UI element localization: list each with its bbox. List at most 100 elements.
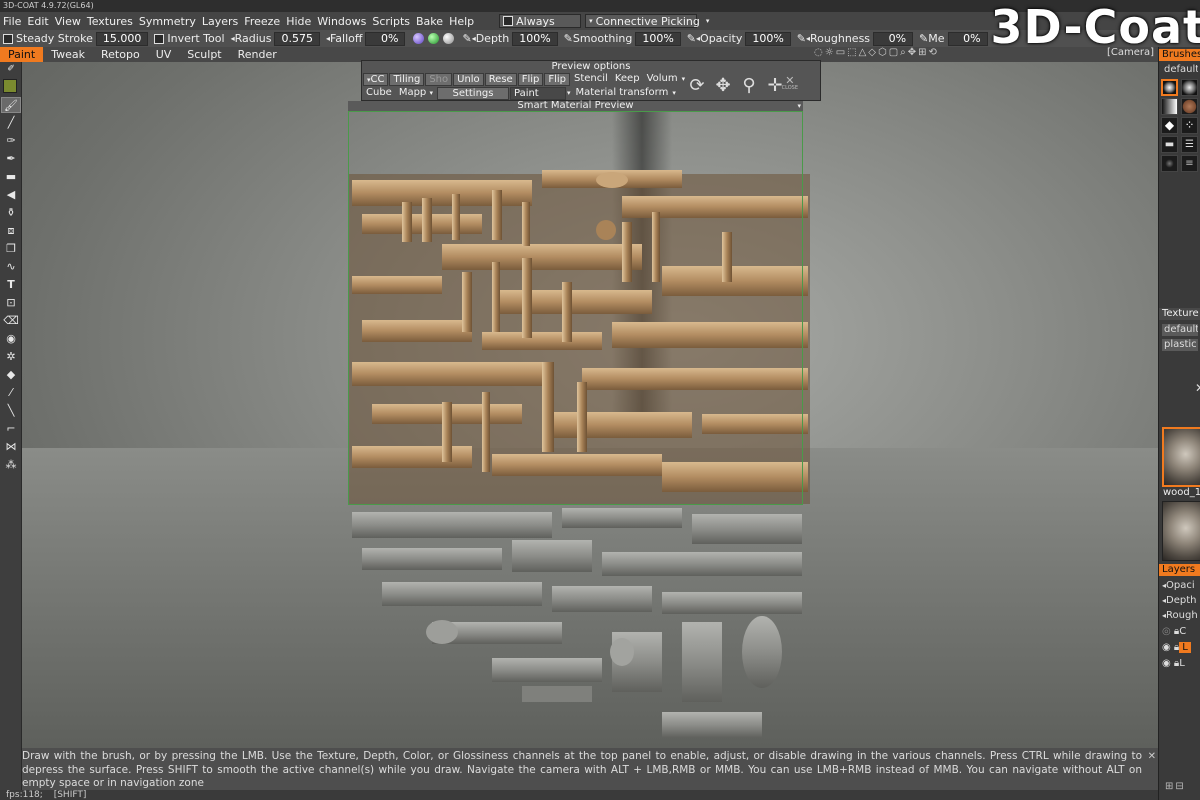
view-icons-row[interactable]: ◌☼▭⬚△◇⬡▢⌕✥⊞⟲ (814, 47, 939, 58)
layer-prop-roughness[interactable]: ◂Rough (1162, 609, 1198, 623)
rotate-icon[interactable]: ⟳ (686, 75, 708, 97)
keep-label[interactable]: Keep (612, 73, 643, 86)
unlock-button[interactable]: Unlo (453, 72, 484, 86)
paint-dropdown[interactable]: Paint (509, 86, 566, 100)
airbrush-tool-icon[interactable]: ✑ (1, 133, 21, 149)
brush-flat-icon[interactable]: ▬ (1161, 136, 1178, 153)
cc-button[interactable]: ▾CC (363, 72, 389, 86)
falloff-value[interactable]: 0% (365, 31, 406, 46)
depth-control[interactable]: ✎ ◂ Depth 100% (459, 31, 560, 46)
chevron-down-icon[interactable]: ▾ (672, 89, 676, 97)
tab-sculpt[interactable]: Sculpt (179, 47, 229, 62)
smudge-tool-icon[interactable]: ▬ (1, 169, 21, 185)
close-panel-button[interactable]: ✕ CLOSE (782, 75, 798, 91)
tab-retopo[interactable]: Retopo (93, 47, 148, 62)
chevron-down-icon[interactable]: ▾ (797, 101, 801, 111)
layers-header[interactable]: Layers (1159, 564, 1200, 576)
layer-prop-opacity[interactable]: ◂Opaci (1162, 579, 1195, 593)
depth-channel-ball-icon[interactable] (413, 33, 425, 44)
steady-stroke-toggle[interactable]: Steady Stroke 15.000 (0, 31, 151, 46)
roughness-control[interactable]: ✎ ◂ Roughness 0% (794, 31, 916, 46)
menu-bake[interactable]: Bake (413, 15, 446, 28)
brush-tool-icon[interactable]: 🖌 (1, 97, 21, 113)
smart-material-preview-header[interactable]: Smart Material Preview ▾ (348, 101, 803, 111)
steady-stroke-value[interactable]: 15.000 (95, 31, 149, 46)
smoothing-control[interactable]: ✎ Smoothing 100% (561, 31, 684, 46)
menu-freeze[interactable]: Freeze (241, 15, 283, 28)
measure-tool-icon[interactable]: ╲ (1, 403, 21, 419)
brush-soft-icon[interactable] (1181, 79, 1198, 96)
radius-value[interactable]: 0.575 (274, 31, 320, 46)
steady-stroke-checkbox[interactable] (3, 33, 13, 44)
metal-value[interactable]: 0% (947, 31, 988, 46)
brush-dots-icon[interactable]: ⁘ (1181, 117, 1198, 134)
menu-scripts[interactable]: Scripts (369, 15, 413, 28)
zoom-icon[interactable]: ⚲ (738, 75, 760, 97)
invert-tool-checkbox[interactable] (154, 33, 165, 44)
close-icon[interactable]: ✕ (1195, 381, 1200, 395)
smart-material-preview-frame[interactable] (348, 111, 803, 505)
layer-row-2[interactable]: ◉ 🔒︎ L (1162, 641, 1191, 655)
fill-tool-icon[interactable]: ◀ (1, 187, 21, 203)
layer-actions-icons[interactable]: ⊞⊟ (1165, 781, 1186, 792)
depth-value[interactable]: 100% (512, 31, 558, 46)
tab-render[interactable]: Render (230, 47, 285, 62)
text-tool-icon[interactable]: T (1, 277, 21, 293)
gear-tool-icon[interactable]: ✲ (1, 349, 21, 365)
menu-help[interactable]: Help (446, 15, 477, 28)
menu-hide[interactable]: Hide (283, 15, 314, 28)
cutter-tool-icon[interactable]: ⁂ (1, 457, 21, 473)
flip-v-button[interactable]: Flip (544, 72, 571, 86)
pen-icon[interactable]: ✐ (1, 63, 21, 75)
eye-icon[interactable]: ◉ (1162, 642, 1171, 653)
chevron-down-icon[interactable]: ▾ (567, 89, 571, 97)
menu-symmetry[interactable]: Symmetry (136, 15, 199, 28)
gloss-channel-ball-icon[interactable] (443, 33, 455, 44)
menu-windows[interactable]: Windows (314, 15, 369, 28)
reset-button[interactable]: Rese (484, 72, 517, 86)
chevron-down-icon[interactable]: ▾ (682, 75, 686, 83)
eye-hidden-icon[interactable]: ◎ (1162, 626, 1171, 637)
butterfly-tool-icon[interactable]: ⋈ (1, 439, 21, 455)
tab-uv[interactable]: UV (148, 47, 180, 62)
spline-tool-icon[interactable]: ∿ (1, 259, 21, 275)
brushes-default-label[interactable]: default (1162, 64, 1198, 76)
texture-item-plastic[interactable]: plastic (1162, 339, 1198, 351)
color-channel-ball-icon[interactable] (428, 33, 440, 44)
layer-prop-depth[interactable]: ◂Depth (1162, 594, 1196, 608)
material-transform-label[interactable]: Material transform (573, 87, 672, 100)
brush-dot-icon[interactable] (1161, 155, 1178, 172)
volume-label[interactable]: Volum (644, 73, 681, 86)
close-icon[interactable]: ✕ (1148, 750, 1156, 764)
gradient-tool-icon[interactable]: ⊡ (1, 295, 21, 311)
opacity-value[interactable]: 100% (745, 31, 791, 46)
texture-item-default[interactable]: default (1162, 324, 1198, 336)
show-button[interactable]: Sho (425, 72, 453, 86)
menu-textures[interactable]: Textures (84, 15, 136, 28)
smoothing-value[interactable]: 100% (635, 31, 681, 46)
brush-gradient-icon[interactable] (1161, 98, 1178, 115)
textures-header[interactable]: Texture (1159, 308, 1200, 320)
material-thumbnail-2[interactable] (1162, 501, 1200, 561)
settings-button[interactable]: Settings (436, 86, 509, 100)
tab-tweak[interactable]: Tweak (43, 47, 93, 62)
menu-view[interactable]: View (52, 15, 84, 28)
menu-edit[interactable]: Edit (24, 15, 51, 28)
stencil-label[interactable]: Stencil (571, 73, 611, 86)
ruler-tool-icon[interactable]: ⌐ (1, 421, 21, 437)
material-thumbnail-wood[interactable] (1162, 427, 1200, 487)
always-combo[interactable]: Always (499, 14, 582, 28)
roughness-value[interactable]: 0% (873, 31, 914, 46)
pen-tool-icon[interactable]: ✒ (1, 151, 21, 167)
layer-row-1[interactable]: ◎ 🔒︎C (1162, 625, 1186, 639)
eye-tool-icon[interactable]: ◉ (1, 331, 21, 347)
stamp-tool-icon[interactable]: ⧈ (1, 223, 21, 239)
eraser-tool-icon[interactable]: ⌫ (1, 313, 21, 329)
brush-diamond-icon[interactable]: ◆ (1161, 117, 1178, 134)
opacity-control[interactable]: ✎ ◂ Opacity 100% (684, 31, 794, 46)
copy-tool-icon[interactable]: ❐ (1, 241, 21, 257)
mapping-dropdown[interactable]: Mapp ▾ (396, 87, 436, 100)
menu-file[interactable]: File (0, 15, 24, 28)
line-tool-icon[interactable]: ╱ (1, 115, 21, 131)
flip-u-button[interactable]: Flip (517, 72, 544, 86)
